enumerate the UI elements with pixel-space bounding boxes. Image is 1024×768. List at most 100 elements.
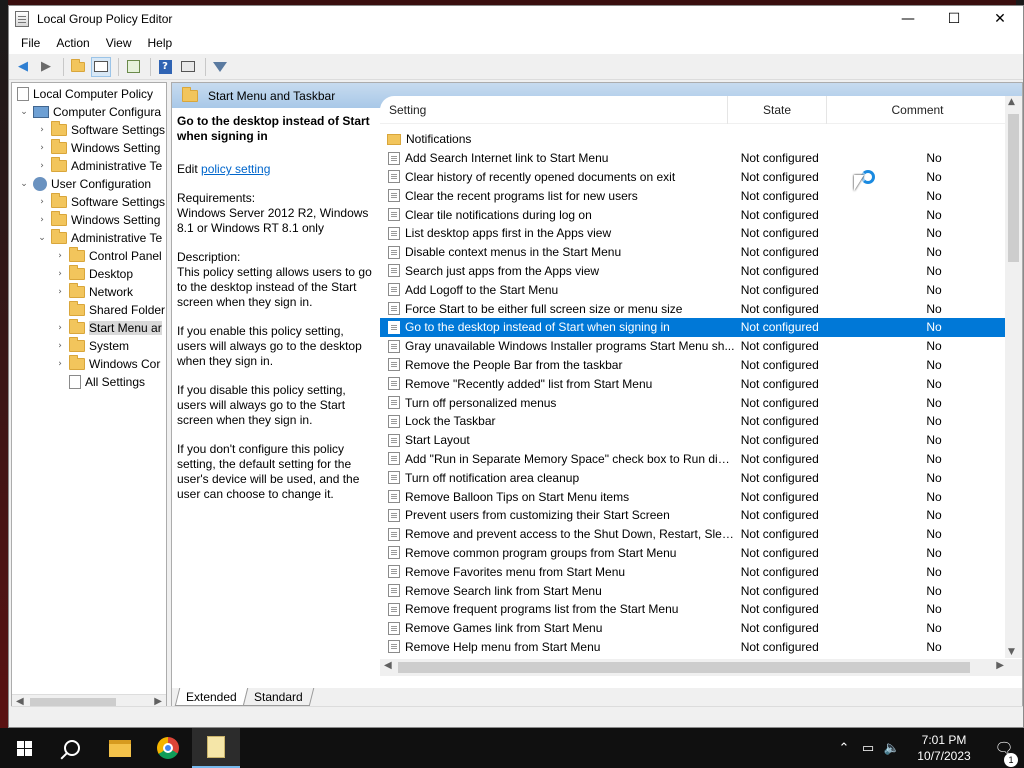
setting-row[interactable]: Remove Balloon Tips on Start Menu items N… <box>380 487 1008 506</box>
maximize-button[interactable]: ☐ <box>931 6 977 32</box>
scroll-left-icon[interactable]: ◀ <box>384 660 392 671</box>
tree-item[interactable]: › Windows Setting <box>12 211 166 229</box>
setting-row[interactable]: Force Start to be either full screen siz… <box>380 299 1008 318</box>
notification-center-button[interactable]: 🗨 1 <box>984 739 1024 767</box>
setting-row[interactable]: Clear tile notifications during log on No… <box>380 205 1008 224</box>
tree-item[interactable]: › Desktop <box>12 265 166 283</box>
gpedit-app-icon[interactable] <box>15 11 29 27</box>
column-header-comment[interactable]: Comment <box>827 96 1008 124</box>
setting-row[interactable]: Add "Run in Separate Memory Space" check… <box>380 450 1008 469</box>
tree-item[interactable]: ⌄ User Configuration <box>12 175 166 193</box>
chevron-up-icon[interactable]: ⌃ <box>832 741 856 756</box>
tree-item[interactable]: › Software Settings <box>12 121 166 139</box>
scroll-down-icon[interactable]: ▼ <box>1008 647 1015 657</box>
tree-item[interactable]: › Network <box>12 283 166 301</box>
setting-row[interactable]: Search just apps from the Apps view Not c… <box>380 262 1008 281</box>
back-arrow-icon[interactable]: ◀ <box>13 57 33 77</box>
column-header-state[interactable]: State <box>728 96 827 124</box>
setting-row[interactable]: Go to the desktop instead of Start when … <box>380 317 1008 337</box>
setting-row[interactable]: Start Layout Not configured No <box>380 431 1008 450</box>
menu-file[interactable]: File <box>13 36 48 50</box>
chevron-right-icon[interactable]: › <box>54 323 66 333</box>
taskbar-chrome[interactable] <box>144 728 192 768</box>
tree-item[interactable]: ⌄ Administrative Te <box>12 229 166 247</box>
chevron-right-icon[interactable]: › <box>54 251 66 261</box>
chevron-down-icon[interactable]: ⌄ <box>18 179 30 189</box>
setting-row[interactable]: Remove Search link from Start Menu Not co… <box>380 581 1008 600</box>
tree-item[interactable]: All Settings <box>12 373 166 391</box>
search-button[interactable] <box>48 728 96 768</box>
chevron-right-icon[interactable]: › <box>54 359 66 369</box>
taskbar-gpedit[interactable] <box>192 728 240 768</box>
start-button[interactable] <box>0 728 48 768</box>
taskbar-file-explorer[interactable] <box>96 728 144 768</box>
close-button[interactable]: ✕ <box>977 6 1023 32</box>
scroll-up-icon[interactable]: ▲ <box>1008 97 1015 107</box>
tree-item[interactable]: › Windows Cor <box>12 355 166 373</box>
settings-vertical-scrollbar[interactable]: ▲ ▼ <box>1005 96 1022 658</box>
setting-row[interactable]: List desktop apps first in the Apps view… <box>380 224 1008 243</box>
properties-icon[interactable] <box>178 57 198 77</box>
tab-extended[interactable]: Extended <box>174 688 248 706</box>
tree-item[interactable]: › Software Settings <box>12 193 166 211</box>
tree-item[interactable]: › Control Panel <box>12 247 166 265</box>
help-icon[interactable]: ? <box>155 57 175 77</box>
column-header-setting[interactable]: Setting <box>380 96 728 124</box>
edit-policy-setting-link[interactable]: policy setting <box>201 162 270 176</box>
menu-help[interactable]: Help <box>140 36 181 50</box>
tree-item[interactable]: › Start Menu ar <box>12 319 166 337</box>
chevron-right-icon[interactable]: › <box>36 197 48 207</box>
show-hide-tree-icon[interactable] <box>91 56 111 77</box>
clock[interactable]: 7:01 PM 10/7/2023 <box>904 732 984 764</box>
setting-row[interactable]: Lock the Taskbar Not configured No <box>380 412 1008 431</box>
tree-item[interactable]: ⌄ Computer Configura <box>12 103 166 121</box>
tree-item[interactable]: Shared Folder <box>12 301 166 319</box>
tree-item[interactable]: › System <box>12 337 166 355</box>
settings-hscroll-thumb[interactable] <box>398 662 970 673</box>
tree-item[interactable]: › Windows Setting <box>12 139 166 157</box>
setting-row[interactable]: Clear the recent programs list for new u… <box>380 186 1008 205</box>
setting-row[interactable]: Clear history of recently opened documen… <box>380 168 1008 187</box>
chevron-right-icon[interactable]: › <box>36 161 48 171</box>
setting-row[interactable]: Remove Games link from Start Menu Not con… <box>380 619 1008 638</box>
setting-row[interactable]: Disable context menus in the Start Menu N… <box>380 243 1008 262</box>
chevron-right-icon[interactable]: › <box>54 287 66 297</box>
tab-standard[interactable]: Standard <box>242 688 314 706</box>
volume-muted-icon[interactable]: 🔈 <box>880 741 904 756</box>
tree-item[interactable]: Local Computer Policy <box>12 85 166 103</box>
setting-row[interactable]: Remove frequent programs list from the S… <box>380 600 1008 619</box>
tree-item[interactable]: › Administrative Te <box>12 157 166 175</box>
chevron-down-icon[interactable]: ⌄ <box>18 107 30 117</box>
chevron-right-icon[interactable]: › <box>54 269 66 279</box>
filter-icon[interactable] <box>210 57 230 77</box>
forward-arrow-icon[interactable]: ▶ <box>36 57 56 77</box>
network-icon[interactable]: ▭ <box>856 741 880 756</box>
menu-view[interactable]: View <box>98 36 140 50</box>
chevron-right-icon[interactable]: › <box>54 341 66 351</box>
setting-row[interactable]: Turn off notification area cleanup Not co… <box>380 468 1008 487</box>
setting-row[interactable]: Remove "Recently added" list from Start … <box>380 374 1008 393</box>
setting-row[interactable]: Gray unavailable Windows Installer progr… <box>380 337 1008 356</box>
setting-row[interactable]: Remove the People Bar from the taskbar No… <box>380 356 1008 375</box>
chevron-right-icon[interactable]: › <box>36 143 48 153</box>
export-list-icon[interactable] <box>123 57 143 77</box>
setting-row[interactable]: Add Search Internet link to Start Menu No… <box>380 149 1008 168</box>
setting-row[interactable]: Remove and prevent access to the Shut Do… <box>380 525 1008 544</box>
setting-row[interactable]: Add Logoff to the Start Menu Not configur… <box>380 280 1008 299</box>
chevron-right-icon[interactable]: › <box>36 125 48 135</box>
settings-scroll-thumb[interactable] <box>1008 114 1019 262</box>
chevron-down-icon[interactable]: ⌄ <box>36 233 48 243</box>
setting-row[interactable]: Notifications <box>380 130 1008 149</box>
settings-horizontal-scrollbar[interactable]: ◀ ▶ <box>380 659 1008 676</box>
setting-row[interactable]: Remove common program groups from Start … <box>380 544 1008 563</box>
setting-row[interactable]: Turn off personalized menus Not configure… <box>380 393 1008 412</box>
setting-row[interactable]: Remove Help menu from Start Menu Not conf… <box>380 638 1008 657</box>
scroll-right-icon[interactable]: ▶ <box>996 660 1004 671</box>
up-folder-icon[interactable] <box>68 57 88 77</box>
setting-row[interactable]: Remove Favorites menu from Start Menu Not… <box>380 562 1008 581</box>
title-bar[interactable]: Local Group Policy Editor — ☐ ✕ <box>9 6 1023 32</box>
minimize-button[interactable]: — <box>885 6 931 32</box>
menu-action[interactable]: Action <box>48 36 97 50</box>
setting-row[interactable]: Prevent users from customizing their Sta… <box>380 506 1008 525</box>
chevron-right-icon[interactable]: › <box>36 215 48 225</box>
